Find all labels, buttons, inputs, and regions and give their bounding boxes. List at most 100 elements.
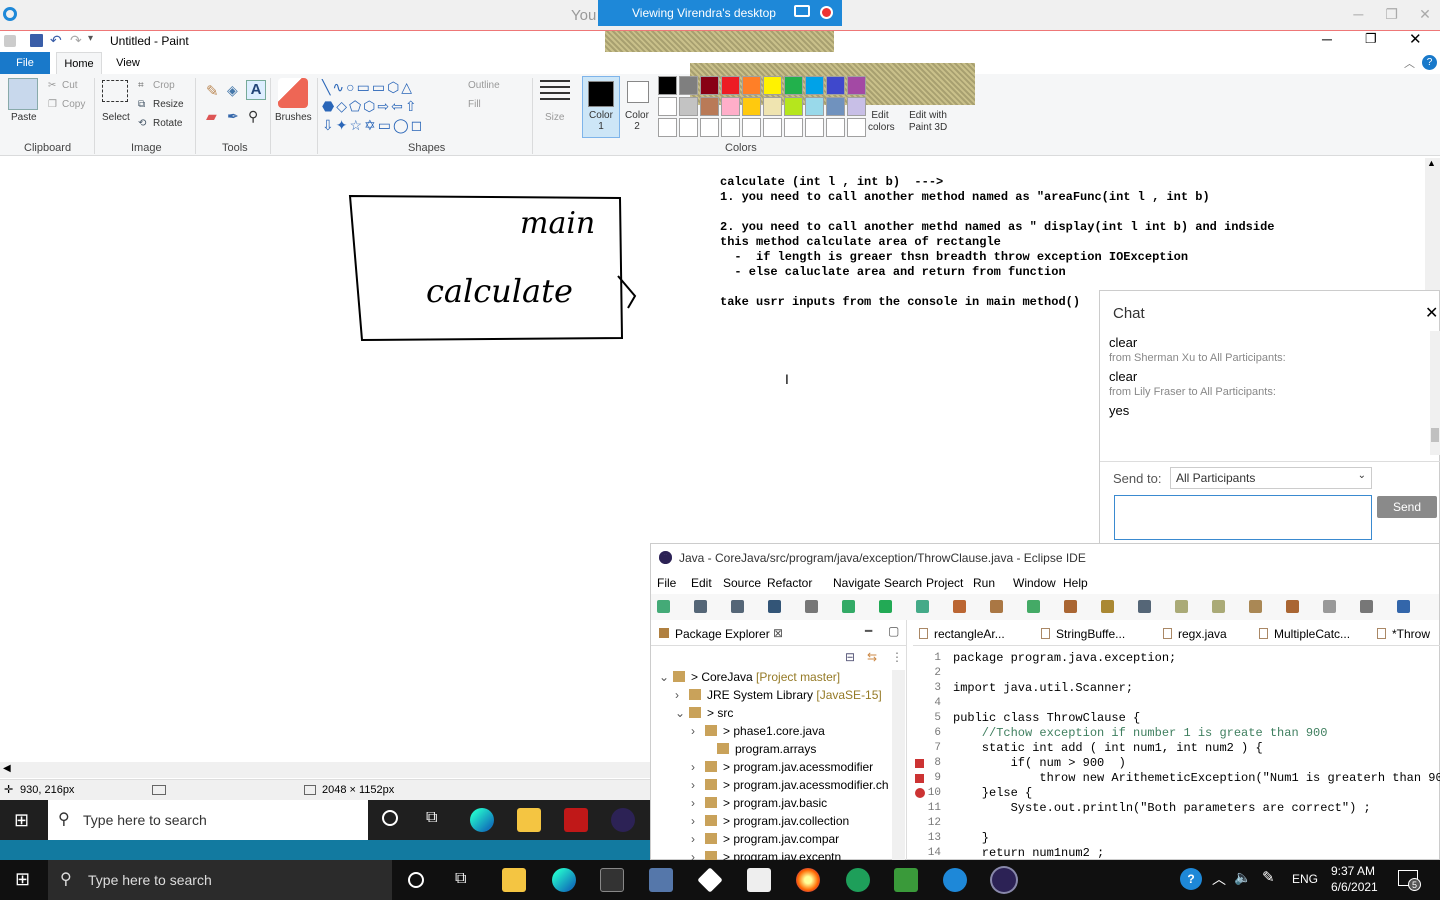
error-icon[interactable] — [915, 788, 925, 798]
custom-palette-swatch[interactable] — [784, 118, 803, 137]
undo-icon[interactable]: ↶ — [50, 32, 62, 49]
eclipse-menu-file[interactable]: File — [657, 576, 676, 590]
annotation-icon[interactable] — [1175, 600, 1188, 613]
quick-access-dropdown-icon[interactable]: ▾ — [88, 33, 93, 44]
clock-date[interactable]: 6/6/2021 — [1331, 880, 1378, 894]
edge-icon[interactable] — [470, 808, 494, 832]
shapes-gallery[interactable]: ╲∿○▭▭⬡△ ⬣◇⬠⬡⇨⇦⇧ ⇩✦☆✡▭◯◻ — [322, 78, 452, 134]
editor-tab[interactable]: rectangleAr... — [919, 627, 1005, 641]
eclipse-menu-window[interactable]: Window — [1013, 576, 1056, 590]
brushes-icon[interactable] — [278, 78, 308, 108]
open-type-icon[interactable] — [1064, 600, 1077, 613]
file-explorer-icon[interactable] — [517, 808, 541, 832]
magnifier-icon[interactable]: ⚲ — [248, 108, 258, 125]
eclipse-taskbar-icon[interactable] — [992, 868, 1016, 892]
new-java-package-icon[interactable] — [990, 600, 1003, 613]
viewing-desktop-tab[interactable]: Viewing Virendra's desktop — [598, 0, 842, 26]
eclipse-taskbar-icon[interactable] — [611, 808, 635, 832]
close-icon[interactable]: ✕ — [1410, 0, 1440, 28]
paint-minimize-icon[interactable]: ─ — [1322, 31, 1332, 47]
maximize-icon[interactable]: ❐ — [1377, 0, 1407, 28]
save-icon[interactable] — [694, 600, 707, 613]
package-explorer-title[interactable]: Package Explorer — [675, 627, 770, 641]
help-tray-icon[interactable]: ? — [1180, 868, 1202, 890]
firefox-icon[interactable] — [796, 868, 820, 892]
run-icon[interactable] — [879, 600, 892, 613]
resize-button[interactable]: Resize — [153, 99, 184, 110]
custom-palette-swatch[interactable] — [826, 118, 845, 137]
palette-swatch[interactable] — [742, 76, 761, 95]
eclipse-menu-refactor[interactable]: Refactor — [767, 576, 812, 590]
cortana-icon[interactable] — [382, 810, 398, 826]
minimize-icon[interactable]: ━ — [865, 624, 872, 638]
file-explorer-icon[interactable] — [502, 868, 526, 892]
palette-swatch[interactable] — [826, 76, 845, 95]
copy-button[interactable]: Copy — [62, 99, 85, 110]
eraser-icon[interactable]: ▰ — [206, 108, 217, 125]
editor-tab[interactable]: MultipleCatc... — [1259, 627, 1350, 641]
paint-close-icon[interactable]: ✕ — [1409, 30, 1422, 48]
palette-swatch[interactable] — [700, 97, 719, 116]
eclipse-menu-navigate[interactable]: Navigate — [833, 576, 880, 590]
code-line[interactable]: } — [953, 831, 989, 845]
palette-swatch[interactable] — [721, 76, 740, 95]
palette-swatch[interactable] — [847, 76, 866, 95]
paint-maximize-icon[interactable]: ❐ — [1365, 31, 1377, 47]
close-icon[interactable]: ⊠ — [773, 626, 783, 640]
tab-home[interactable]: Home — [56, 52, 102, 74]
debug-skip-icon[interactable] — [805, 600, 818, 613]
palette-swatch[interactable] — [721, 97, 740, 116]
palette-swatch[interactable] — [784, 76, 803, 95]
palette-swatch[interactable] — [847, 97, 866, 116]
task-view-icon[interactable]: ⧉ — [455, 870, 466, 888]
color2-swatch[interactable] — [627, 81, 649, 103]
palette-swatch[interactable] — [679, 97, 698, 116]
palette-swatch[interactable] — [742, 97, 761, 116]
prev-annotation-icon[interactable] — [1249, 600, 1262, 613]
chat-scrollbar[interactable] — [1430, 331, 1440, 455]
size-icon[interactable] — [540, 80, 570, 104]
new-icon[interactable] — [657, 600, 670, 613]
tab-file[interactable]: File — [0, 52, 50, 74]
custom-palette-swatch[interactable] — [847, 118, 866, 137]
palette-swatch[interactable] — [658, 97, 677, 116]
edge-icon[interactable] — [552, 868, 576, 892]
error-marker-icon[interactable] — [915, 774, 924, 783]
console-icon[interactable] — [768, 600, 781, 613]
next-annotation-icon[interactable] — [1212, 600, 1225, 613]
palette-swatch[interactable] — [826, 97, 845, 116]
fill-button[interactable]: Fill — [468, 99, 481, 110]
code-line[interactable]: public class ThrowClause { — [953, 711, 1140, 725]
editor-tab[interactable]: StringBuffe... — [1041, 627, 1125, 641]
palette-swatch[interactable] — [805, 76, 824, 95]
send-to-select[interactable]: All Participants ⌄ — [1170, 467, 1372, 489]
cut-button[interactable]: Cut — [62, 80, 78, 91]
dropbox-icon[interactable] — [697, 867, 723, 893]
brushes-button[interactable]: Brushes — [275, 112, 312, 123]
save-all-icon[interactable] — [731, 600, 744, 613]
eclipse-menu-help[interactable]: Help — [1063, 576, 1088, 590]
pen-icon[interactable]: ✎ — [1262, 868, 1275, 886]
external-tools-icon[interactable] — [953, 600, 966, 613]
paint-vertical-scrollbar[interactable]: ▲ — [1425, 158, 1440, 298]
outline-button[interactable]: Outline — [468, 80, 500, 91]
help-icon[interactable]: ? — [1422, 55, 1437, 70]
printer-app-icon[interactable] — [649, 868, 673, 892]
volume-icon[interactable]: 🔈 — [1234, 869, 1251, 886]
palette-swatch[interactable] — [805, 97, 824, 116]
tab-view[interactable]: View — [108, 52, 148, 74]
task-view-icon[interactable]: ⧉ — [426, 809, 437, 827]
fill-bucket-icon[interactable]: ◈ — [227, 82, 238, 99]
palette-swatch[interactable] — [658, 76, 677, 95]
pin-icon[interactable] — [1360, 600, 1373, 613]
eclipse-menu-search[interactable]: Search — [884, 576, 922, 590]
error-marker-icon[interactable] — [915, 759, 924, 768]
size-button[interactable]: Size — [545, 112, 564, 123]
maximize-icon[interactable]: ▢ — [888, 624, 899, 638]
code-line[interactable]: package program.java.exception; — [953, 651, 1176, 665]
send-button[interactable]: Send — [1377, 496, 1437, 518]
editor-tab[interactable]: *Throw — [1377, 627, 1430, 641]
palette-swatch[interactable] — [679, 76, 698, 95]
custom-palette-swatch[interactable] — [805, 118, 824, 137]
screen-share-icon[interactable] — [794, 5, 810, 17]
